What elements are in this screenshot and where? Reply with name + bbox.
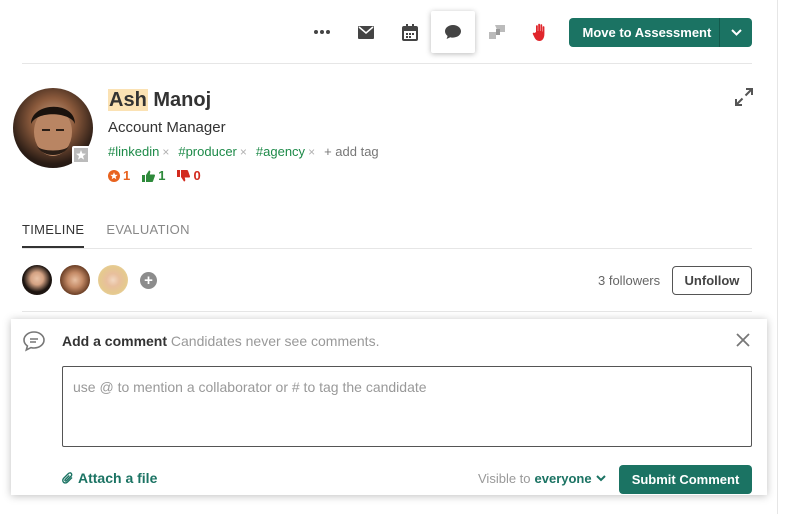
tag-linkedin[interactable]: #linkedin [108, 144, 159, 159]
feedback-button[interactable] [475, 11, 519, 53]
thumbs-up-count: 1 [158, 168, 166, 183]
candidate-stats: 1 1 0 [108, 168, 213, 183]
visibility-dropdown[interactable]: everyone [535, 471, 606, 486]
visibility-value: everyone [534, 471, 592, 486]
comment-panel-header: Add a comment Candidates never see comme… [62, 333, 379, 349]
tag-list: #linkedin × #producer × #agency × + add … [108, 144, 379, 159]
candidate-name: Ash Manoj [108, 89, 211, 112]
comment-bubble-icon [22, 330, 46, 357]
more-icon [313, 30, 330, 34]
move-stage-label: Move to Assessment [582, 24, 712, 40]
remove-tag-icon[interactable]: × [240, 145, 247, 159]
reject-hand-icon [532, 23, 545, 41]
follower-avatar[interactable] [22, 265, 52, 295]
follower-avatar[interactable] [98, 265, 128, 295]
schedule-button[interactable] [388, 11, 432, 53]
chevron-down-icon [595, 475, 606, 482]
move-stage-button[interactable]: Move to Assessment [568, 17, 752, 47]
comment-panel-title: Add a comment [62, 333, 168, 349]
chevron-down-icon [730, 28, 742, 36]
candidate-first-name: Ash [108, 89, 148, 111]
comment-panel-hint: Candidates never see comments. [170, 333, 380, 349]
tag-agency[interactable]: #agency [256, 144, 305, 159]
reject-button[interactable] [519, 11, 563, 53]
expand-button[interactable] [735, 88, 753, 111]
attach-file-link[interactable]: Attach a file [62, 470, 157, 486]
paperclip-icon [62, 471, 73, 484]
comment-button[interactable] [431, 11, 476, 53]
tabs-divider [22, 248, 752, 249]
source-badge-icon [72, 146, 90, 164]
thumbs-up-icon [142, 170, 156, 182]
expand-icon [735, 88, 753, 106]
follower-avatar[interactable] [60, 265, 90, 295]
followers-count: 3 followers [598, 273, 661, 288]
add-comment-panel: Add a comment Candidates never see comme… [11, 319, 767, 495]
tab-timeline[interactable]: TIMELINE [22, 222, 85, 248]
thumbs-down-count: 0 [193, 168, 201, 183]
attach-file-label: Attach a file [78, 470, 158, 486]
visibility-prefix: Visible to [478, 471, 531, 486]
action-toolbar: Move to Assessment [300, 10, 752, 54]
comment-icon [445, 25, 462, 39]
submit-comment-button[interactable]: Submit Comment [619, 465, 752, 494]
candidate-title: Account Manager [108, 119, 226, 136]
remove-tag-icon[interactable]: × [162, 145, 169, 159]
thumbs-down-icon [177, 169, 191, 181]
email-icon [357, 25, 374, 39]
header-divider [22, 63, 752, 64]
rating-count: 1 [123, 168, 131, 183]
calendar-icon [401, 23, 418, 41]
profile-tabs: TIMELINE EVALUATION [22, 222, 212, 248]
remove-tag-icon[interactable]: × [308, 145, 315, 159]
tag-producer[interactable]: #producer [178, 144, 237, 159]
add-follower-button[interactable]: + [140, 271, 157, 289]
unfollow-button[interactable]: Unfollow [672, 266, 752, 295]
thumbs-down-stat[interactable]: 0 [177, 168, 201, 183]
move-stage-dropdown[interactable] [720, 28, 752, 36]
close-icon [736, 333, 750, 347]
candidate-profile-page: Move to Assessment Ash Manoj Account Man… [0, 0, 786, 514]
add-tag-link[interactable]: + add tag [324, 144, 379, 159]
star-badge-icon [108, 169, 120, 182]
more-button[interactable] [300, 11, 344, 53]
close-comment-button[interactable] [735, 332, 751, 353]
follower-avatars: + [22, 265, 157, 295]
feedback-icon [489, 25, 506, 39]
thumbs-up-stat[interactable]: 1 [142, 168, 165, 183]
right-divider [777, 0, 778, 514]
followers-divider [22, 311, 752, 312]
rating-stat[interactable]: 1 [108, 168, 130, 183]
tab-evaluation[interactable]: EVALUATION [106, 222, 189, 248]
email-button[interactable] [344, 11, 388, 53]
visibility-selector: Visible to everyone [478, 471, 606, 486]
comment-input[interactable] [62, 366, 752, 447]
candidate-last-name: Manoj [153, 89, 212, 111]
